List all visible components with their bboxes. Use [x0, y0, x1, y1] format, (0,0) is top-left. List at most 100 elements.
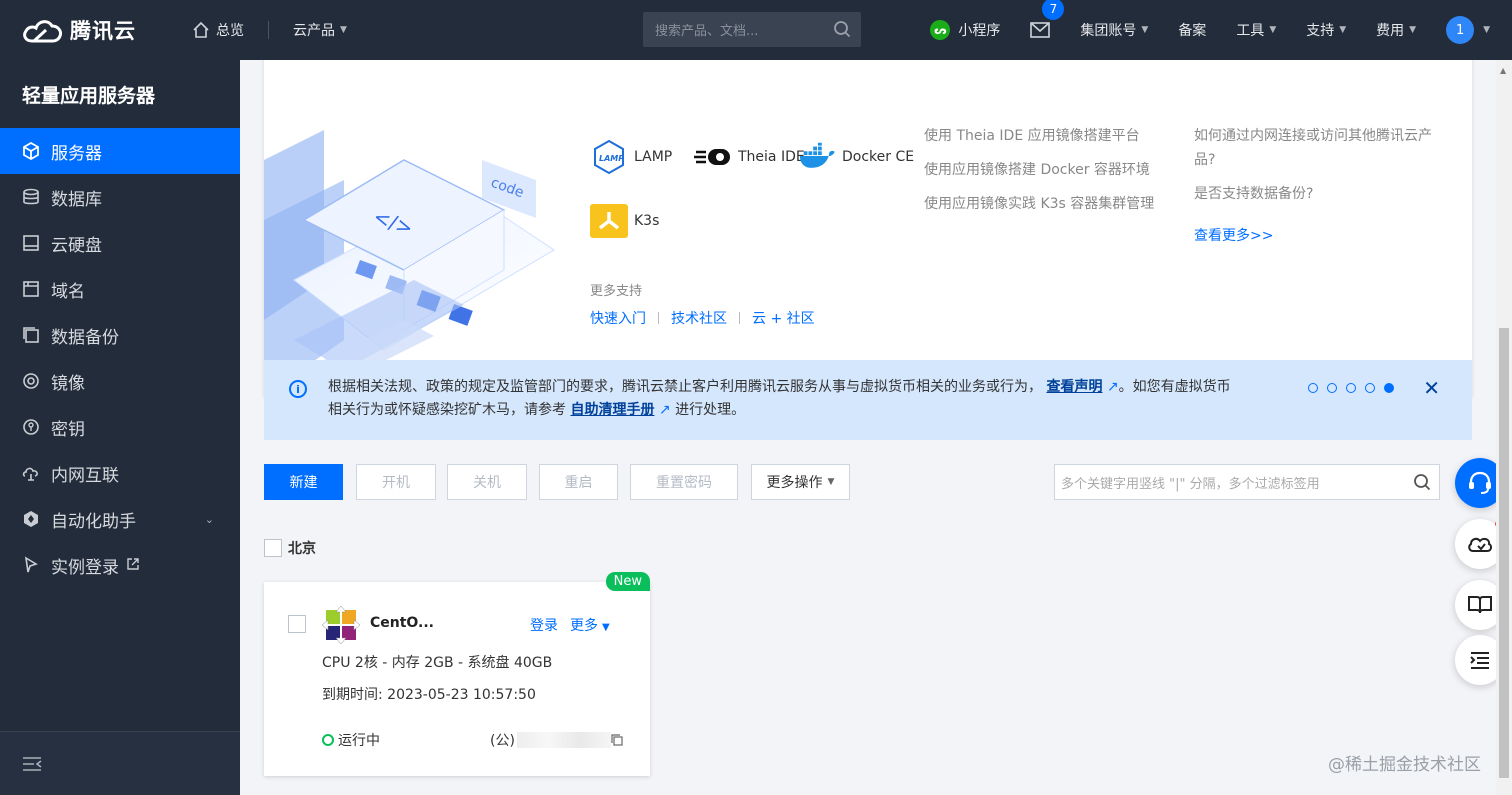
pagination-dot[interactable] — [1365, 383, 1375, 393]
vertical-scrollbar[interactable]: ▲ — [1496, 60, 1512, 795]
instance-search-placeholder: 多个关键字用竖线 "|" 分隔，多个过滤标签用 — [1061, 476, 1320, 492]
faq-list: 如何通过内网连接或访问其他腾讯云产品? 是否支持数据备份? 查看更多>> — [1194, 124, 1444, 248]
external-link-icon — [127, 557, 139, 573]
nav-support[interactable]: 支持 ▼ — [1306, 20, 1346, 40]
stop-button[interactable]: 关机 — [447, 464, 527, 500]
sidebar-item-image[interactable]: 镜像 — [0, 358, 240, 404]
chevron-down-icon: ▼ — [340, 25, 347, 35]
chevron-down-icon: ▼ — [1141, 25, 1149, 35]
avatar: 1 — [1446, 16, 1475, 44]
nav-billing[interactable]: 费用 ▼ — [1376, 20, 1416, 40]
home-icon — [193, 21, 209, 38]
instance-more-label: 更多 — [570, 618, 598, 634]
link-separator — [739, 312, 740, 324]
instance-login-link[interactable]: 登录 — [530, 615, 558, 635]
public-ip-label: (公) — [490, 733, 515, 749]
image-icon — [22, 372, 40, 390]
nav-mini-program[interactable]: ᔕ 小程序 — [930, 20, 1000, 40]
app-lamp[interactable]: LAMP LAMP — [590, 138, 672, 176]
sidebar-item-domain[interactable]: 域名 — [0, 266, 240, 312]
link-cloud-community[interactable]: 云 + 社区 — [752, 308, 815, 328]
sidebar-item-key[interactable]: 密钥 — [0, 404, 240, 450]
cloud-sync-icon — [1468, 537, 1493, 552]
nav-overview[interactable]: 总览 — [192, 0, 244, 60]
restart-button[interactable]: 重启 — [539, 464, 618, 500]
message-count-badge: 7 — [1042, 0, 1065, 20]
sidebar-item-cloud-disk[interactable]: 云硬盘 — [0, 220, 240, 266]
notice-line2-a: 相关行为或怀疑感染挖矿木马，请参考 — [328, 402, 566, 418]
centos-logo-icon — [321, 605, 361, 645]
sidebar-item-database[interactable]: 数据库 — [0, 174, 240, 220]
brand-name: 腾讯云 — [70, 19, 136, 43]
scrollbar-thumb[interactable] — [1499, 328, 1509, 778]
faq-link-intranet[interactable]: 如何通过内网连接或访问其他腾讯云产品? — [1194, 124, 1444, 172]
doc-link-k3s[interactable]: 使用应用镜像实践 K3s 容器集群管理 — [924, 192, 1164, 216]
disk-icon — [22, 234, 40, 252]
sidebar-item-label: 域名 — [51, 281, 85, 302]
new-instance-button[interactable]: 新建 — [264, 464, 343, 500]
view-statement-link[interactable]: 查看声明 — [1046, 379, 1102, 395]
expiry-value: 2023-05-23 10:57:50 — [387, 687, 536, 703]
notice-pagination — [1308, 383, 1403, 393]
faq-view-more-link[interactable]: 查看更多>> — [1194, 224, 1444, 248]
app-k3s-label: K3s — [634, 213, 660, 229]
info-icon: i — [289, 380, 307, 398]
instance-checkbox[interactable] — [288, 615, 306, 633]
pagination-dot-active[interactable] — [1384, 383, 1394, 393]
instance-name[interactable]: CentO... — [370, 615, 434, 631]
close-icon[interactable]: ✕ — [1423, 376, 1440, 400]
instance-card[interactable]: New CentO... 登录 更多 ▼ CPU 2核 - 内存 2GB - 系统… — [264, 572, 650, 776]
sidebar-collapse-toggle[interactable] — [0, 731, 240, 795]
cloud-logo-icon — [23, 20, 62, 43]
nav-group-account-label: 集团账号 — [1080, 23, 1137, 39]
sidebar-item-backup[interactable]: 数据备份 — [0, 312, 240, 358]
more-actions-dropdown[interactable]: 更多操作 ▼ — [751, 464, 850, 500]
nav-group-account[interactable]: 集团账号 ▼ — [1080, 20, 1148, 40]
faq-link-backup[interactable]: 是否支持数据备份? — [1194, 182, 1444, 206]
instance-more-dropdown[interactable]: 更多 ▼ — [570, 615, 610, 635]
copy-icon[interactable] — [611, 734, 623, 746]
instance-search-input[interactable]: 多个关键字用竖线 "|" 分隔，多个过滤标签用 — [1054, 464, 1440, 500]
nav-messages[interactable]: 7 — [1030, 0, 1065, 38]
sidebar-item-label: 密钥 — [51, 419, 85, 440]
sidebar-item-automation[interactable]: 自动化助手 ⌄ — [0, 496, 240, 542]
notice-line1-a: 根据相关法规、政策的规定及监管部门的要求，腾讯云禁止客户利用腾讯云服务从事与虚拟… — [328, 379, 1042, 395]
sidebar-item-servers[interactable]: 服务器 — [0, 128, 240, 174]
sidebar-item-label: 数据库 — [51, 189, 102, 210]
link-quick-start[interactable]: 快速入门 — [590, 308, 646, 328]
pagination-dot[interactable] — [1308, 383, 1318, 393]
doc-list: 使用 Theia IDE 应用镜像搭建平台 使用应用镜像搭建 Docker 容器… — [924, 124, 1164, 226]
doc-link-docker[interactable]: 使用应用镜像搭建 Docker 容器环境 — [924, 158, 1164, 182]
nav-beian[interactable]: 备案 — [1178, 20, 1206, 40]
scroll-up-arrow-icon[interactable]: ▲ — [1500, 66, 1506, 75]
sidebar-item-label: 实例登录 — [51, 557, 119, 578]
app-theia-ide[interactable]: Theia IDE — [694, 138, 805, 176]
crypto-policy-notice: i 根据相关法规、政策的规定及监管部门的要求，腾讯云禁止客户利用腾讯云服务从事与… — [264, 360, 1472, 440]
search-icon[interactable] — [833, 20, 851, 38]
network-icon — [22, 464, 40, 482]
link-tech-community[interactable]: 技术社区 — [671, 308, 727, 328]
pagination-dot[interactable] — [1327, 383, 1337, 393]
cleanup-manual-link[interactable]: 自助清理手册 — [570, 402, 654, 418]
sidebar-item-intranet[interactable]: 内网互联 — [0, 450, 240, 496]
nav-tools[interactable]: 工具 ▼ — [1236, 20, 1276, 40]
pagination-dot[interactable] — [1346, 383, 1356, 393]
sidebar-item-instance-login[interactable]: 实例登录 — [0, 542, 240, 588]
nav-cloud-products[interactable]: 云产品 ▼ — [293, 0, 347, 60]
doc-link-theia[interactable]: 使用 Theia IDE 应用镜像搭建平台 — [924, 124, 1164, 148]
app-image-banner: </> code LAMP LAMP Theia IDE Docker CE K… — [264, 60, 1472, 396]
nav-overview-label: 总览 — [216, 23, 244, 39]
reset-password-button[interactable]: 重置密码 — [630, 464, 738, 500]
nav-user[interactable]: 1 ▼ — [1446, 16, 1490, 44]
region-select-all-checkbox[interactable] — [264, 539, 282, 557]
lamp-logo-icon: LAMP — [590, 138, 628, 176]
brand-logo[interactable]: 腾讯云 — [22, 15, 162, 45]
app-docker-ce[interactable]: Docker CE — [798, 138, 914, 176]
nav-tools-label: 工具 — [1236, 23, 1265, 39]
search-icon[interactable] — [1413, 473, 1431, 491]
global-search-input[interactable]: 搜索产品、文档... — [643, 12, 861, 47]
mini-program-icon: ᔕ — [930, 20, 951, 40]
sidebar-item-label: 服务器 — [51, 143, 102, 164]
app-k3s[interactable]: K3s — [590, 202, 659, 240]
start-button[interactable]: 开机 — [356, 464, 436, 500]
